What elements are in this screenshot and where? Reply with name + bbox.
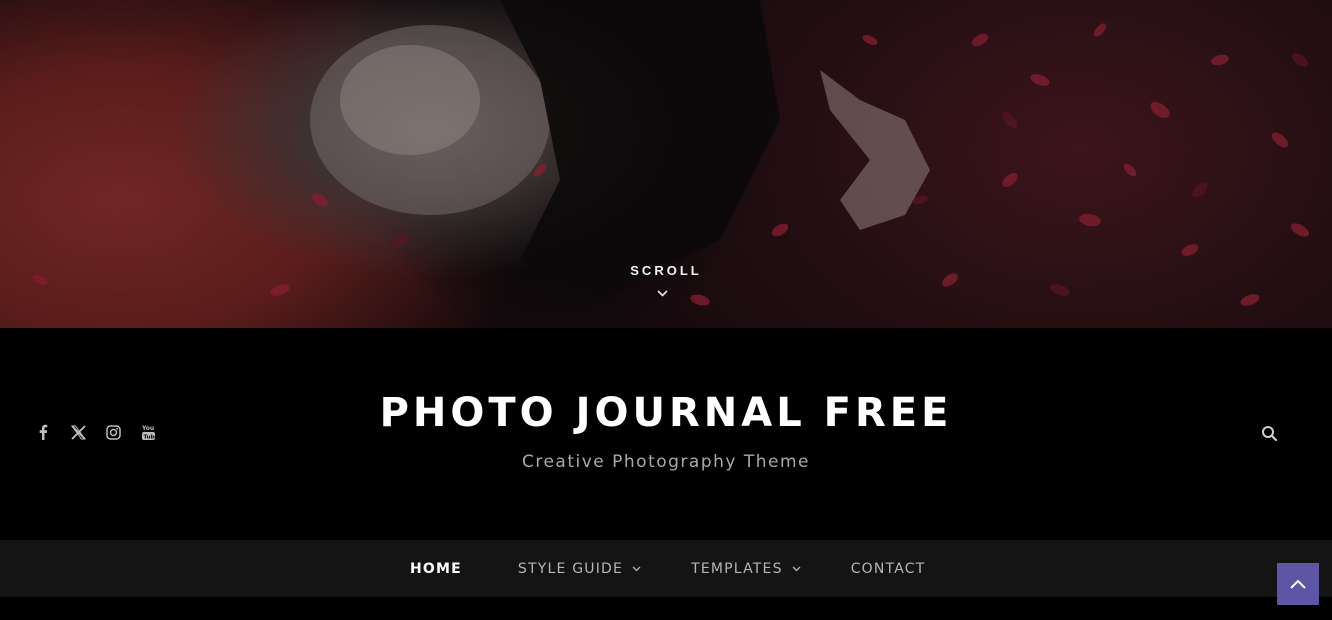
main-navigation: HOME STYLE GUIDE TEMPLATES CONTACT [0,540,1332,597]
search-icon[interactable] [1261,425,1278,442]
chevron-up-icon [1290,579,1306,589]
nav-item-style-guide[interactable]: STYLE GUIDE [518,561,641,577]
scroll-label[interactable]: SCROLL [0,263,1332,278]
hero-overlay [0,0,1332,328]
nav-item-label: STYLE GUIDE [517,560,624,577]
hero-image: SCROLL [0,0,1332,328]
site-tagline: Creative Photography Theme [521,452,811,472]
nav-item-home[interactable]: HOME [410,561,462,577]
chevron-down-icon [792,566,801,571]
nav-item-label: HOME [410,560,462,577]
site-header: YouTube PHOTO JOURNAL FREE Creative Phot… [0,328,1332,540]
back-to-top-button[interactable] [1277,563,1319,605]
nav-item-label: TEMPLATES [691,560,783,577]
site-title[interactable]: PHOTO JOURNAL FREE [0,390,1332,436]
nav-item-templates[interactable]: TEMPLATES [691,561,801,577]
content-area-top [0,597,1332,620]
nav-item-contact[interactable]: CONTACT [851,561,926,577]
nav-item-label: CONTACT [850,560,926,577]
chevron-down-icon [632,566,641,571]
chevron-down-icon[interactable] [656,288,669,298]
